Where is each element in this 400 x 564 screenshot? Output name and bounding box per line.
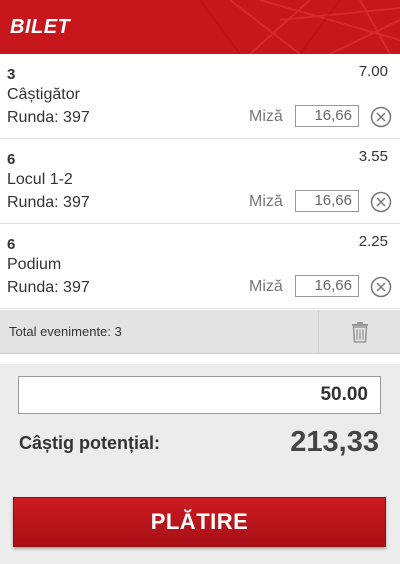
bet-market: Câștigător: [7, 86, 80, 103]
total-events-bar: Total evenimente: 3: [0, 310, 400, 354]
stake-input[interactable]: 16,66: [295, 190, 359, 212]
bet-odds: 7.00: [358, 63, 388, 80]
bet-round: Runda: 397: [7, 194, 90, 211]
total-stake-input[interactable]: 50.00: [18, 376, 381, 414]
bet-round: Runda: 397: [7, 109, 90, 126]
potential-win-label: Câștig potențial:: [19, 433, 161, 453]
bet-number: 6: [7, 236, 16, 253]
close-circle-icon[interactable]: [370, 106, 392, 128]
pay-button[interactable]: PLĂTIRE: [13, 497, 386, 547]
bet-item: 6 3.55 Locul 1-2 Runda: 397 Miză 16,66: [0, 139, 400, 224]
stake-label: Miză: [249, 108, 283, 125]
close-circle-icon[interactable]: [370, 276, 392, 298]
bet-odds: 3.55: [358, 148, 388, 165]
bet-market: Locul 1-2: [7, 171, 73, 188]
bet-market: Podium: [7, 256, 62, 273]
total-events-label: Total evenimente: 3: [9, 324, 122, 339]
bet-number: 6: [7, 151, 16, 168]
stake-input[interactable]: 16,66: [295, 275, 359, 297]
bet-odds: 2.25: [358, 233, 388, 250]
ticket-summary: 50.00 Câștig potențial: 213,33 PLĂTIRE: [0, 364, 400, 564]
stake-input[interactable]: 16,66: [295, 105, 359, 127]
ticket-header: BILET: [0, 0, 400, 54]
bet-item: 3 7.00 Câștigător Runda: 397 Miză 16,66: [0, 54, 400, 139]
bet-item: 6 2.25 Podium Runda: 397 Miză 16,66: [0, 224, 400, 309]
ticket-title: BILET: [10, 16, 71, 38]
potential-win-value: 213,33: [290, 426, 379, 458]
bet-number: 3: [7, 66, 16, 83]
bet-round: Runda: 397: [7, 279, 90, 296]
bet-list: 3 7.00 Câștigător Runda: 397 Miză 16,66 …: [0, 54, 400, 309]
stake-label: Miză: [249, 193, 283, 210]
divider: [318, 310, 319, 354]
trash-icon[interactable]: [348, 320, 372, 344]
stake-label: Miză: [249, 278, 283, 295]
close-circle-icon[interactable]: [370, 191, 392, 213]
